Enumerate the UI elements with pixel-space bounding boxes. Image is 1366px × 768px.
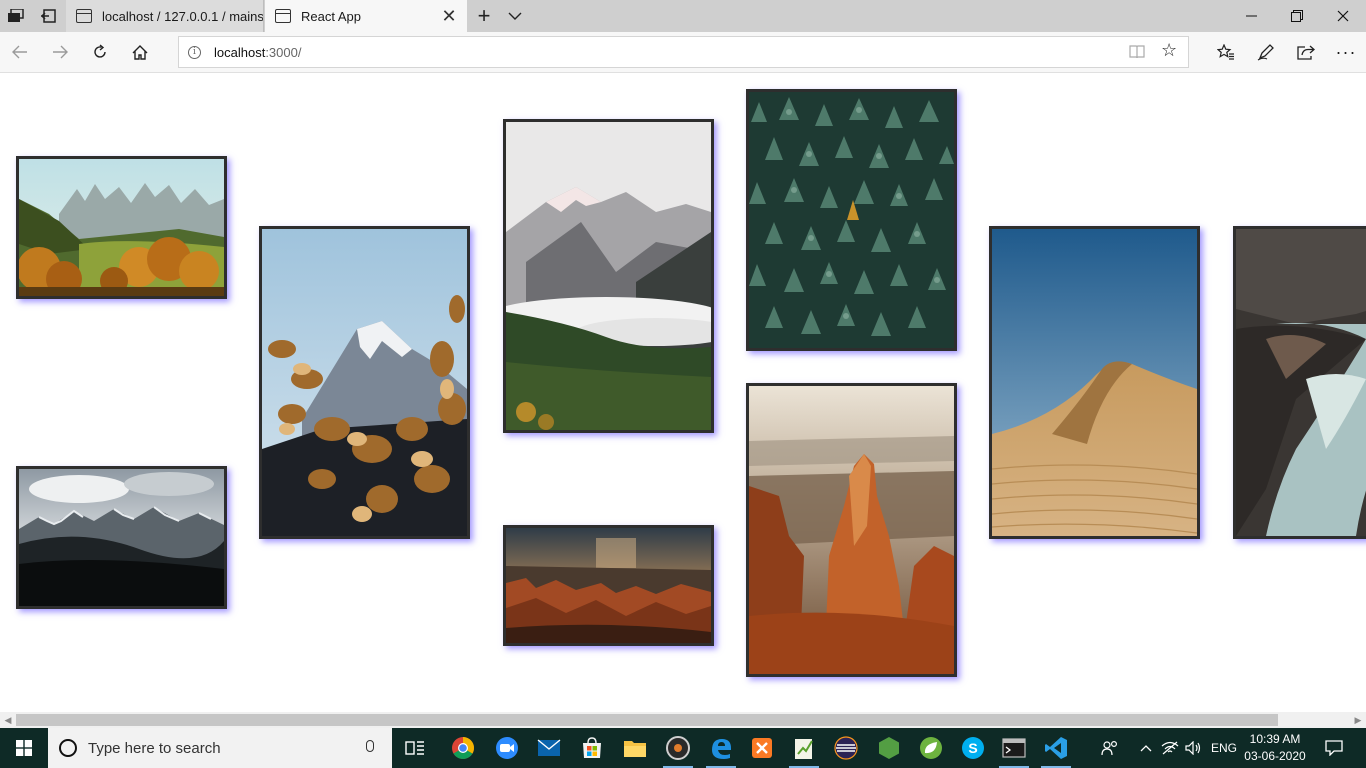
minimize-button[interactable] [1228, 0, 1274, 32]
notepad-plus-plus-icon[interactable] [783, 728, 825, 768]
share-icon[interactable] [1286, 32, 1326, 72]
home-button[interactable] [120, 32, 160, 72]
horizontal-scrollbar[interactable]: ◀ ▶ [0, 712, 1366, 728]
svg-text:S: S [968, 740, 977, 756]
tab-phpmyadmin[interactable]: localhost / 127.0.0.1 / mains [66, 0, 264, 32]
volume-icon[interactable] [1182, 728, 1206, 768]
more-menu-icon[interactable]: ··· [1326, 32, 1366, 72]
close-window-button[interactable] [1320, 0, 1366, 32]
react-app-page [0, 73, 1366, 712]
gallery-photo-pine-forest[interactable] [746, 89, 957, 351]
page-icon [76, 9, 92, 23]
eclipse-icon[interactable] [825, 728, 867, 768]
windows-taskbar: Type here to search S ENG 10:39 AM 03-06… [0, 728, 1366, 768]
tab-react-app[interactable]: React App ✕ [265, 0, 467, 32]
gallery-photo-dark-mountains[interactable] [16, 466, 227, 609]
zoom-icon[interactable] [486, 728, 528, 768]
tab-title: React App [301, 8, 361, 24]
taskbar-search-box[interactable]: Type here to search [48, 728, 392, 768]
scrollbar-thumb[interactable] [16, 714, 1278, 726]
xampp-icon[interactable] [741, 728, 783, 768]
people-icon[interactable] [1096, 728, 1124, 768]
gallery-photo-hoodoo-canyon[interactable] [746, 383, 957, 677]
terminal-icon[interactable] [993, 728, 1035, 768]
chevron-up-icon[interactable] [1136, 728, 1156, 768]
spring-tools-icon[interactable] [910, 728, 952, 768]
forward-button[interactable] [40, 32, 80, 72]
set-tabs-aside-icon[interactable] [32, 0, 64, 32]
microphone-icon[interactable] [366, 740, 374, 752]
taskbar-clock[interactable]: 10:39 AM 03-06-2020 [1244, 731, 1306, 765]
refresh-button[interactable] [80, 32, 120, 72]
favorite-star-icon[interactable]: ☆ [1161, 40, 1177, 61]
microsoft-store-icon[interactable] [571, 728, 613, 768]
windows-start-button[interactable] [0, 728, 48, 768]
edge-icon[interactable] [700, 728, 742, 768]
site-info-icon[interactable]: i [188, 46, 201, 59]
gallery-photo-autumn-valley[interactable] [16, 156, 227, 299]
tab-actions-icon[interactable] [0, 0, 32, 32]
reading-view-icon[interactable] [1129, 45, 1145, 59]
favorites-list-icon[interactable] [1206, 32, 1246, 72]
gallery-photo-river-gorge[interactable] [1233, 226, 1366, 539]
url-text[interactable]: localhost:3000/ [214, 45, 301, 60]
scroll-right-icon[interactable]: ▶ [1350, 712, 1366, 728]
network-icon[interactable] [1158, 728, 1182, 768]
chrome-icon[interactable] [442, 728, 484, 768]
search-placeholder: Type here to search [88, 740, 221, 757]
media-player-icon[interactable] [657, 728, 699, 768]
file-explorer-icon[interactable] [614, 728, 656, 768]
cortana-icon [59, 739, 77, 757]
nodejs-icon[interactable] [868, 728, 910, 768]
mail-icon[interactable] [528, 728, 570, 768]
gallery-photo-snow-peak-leaves[interactable] [259, 226, 470, 539]
tab-title: localhost / 127.0.0.1 / mains [102, 8, 263, 24]
clock-time: 10:39 AM [1249, 732, 1301, 746]
restore-button[interactable] [1274, 0, 1320, 32]
task-view-icon[interactable] [394, 728, 436, 768]
address-bar[interactable]: i localhost:3000/ ☆ [178, 36, 1189, 68]
new-tab-button[interactable]: + [470, 0, 498, 32]
chevron-down-icon[interactable] [502, 0, 528, 32]
clock-date: 03-06-2020 [1244, 749, 1306, 763]
close-tab-icon[interactable]: ✕ [437, 4, 461, 28]
gallery-photo-canyon-storm[interactable] [503, 525, 714, 646]
gallery-photo-misty-mountains[interactable] [503, 119, 714, 433]
page-icon [275, 9, 291, 23]
vscode-icon[interactable] [1035, 728, 1077, 768]
tab-strip: localhost / 127.0.0.1 / mains React App … [0, 0, 1366, 32]
scroll-left-icon[interactable]: ◀ [0, 712, 16, 728]
action-center-icon[interactable] [1312, 728, 1356, 768]
navigation-bar: i localhost:3000/ ☆ ··· [0, 32, 1366, 73]
gallery-photo-sand-dune[interactable] [989, 226, 1200, 539]
notes-pen-icon[interactable] [1246, 32, 1286, 72]
skype-icon[interactable]: S [952, 728, 994, 768]
back-button[interactable] [0, 32, 40, 72]
input-language[interactable]: ENG [1208, 728, 1240, 768]
